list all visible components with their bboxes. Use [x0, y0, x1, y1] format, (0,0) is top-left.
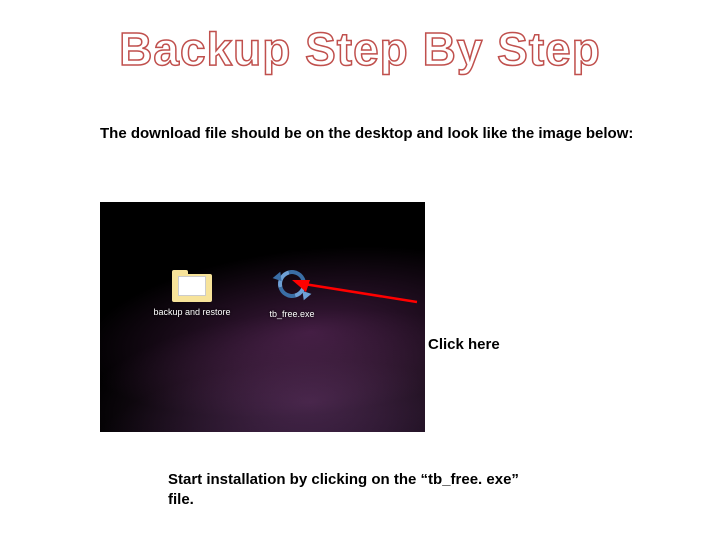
icon-label: tb_free.exe	[252, 310, 332, 320]
desktop-icon-tb-free: tb_free.exe	[252, 270, 332, 320]
desktop-icon-backup-restore: backup and restore	[152, 270, 232, 318]
instruction-text: Start installation by clicking on the “t…	[168, 470, 528, 511]
folder-icon	[172, 270, 212, 304]
desktop-screenshot: backup and restore tb_free.exe	[100, 202, 425, 432]
click-here-label: Click here	[428, 336, 500, 353]
page-title: Backup Step By Step	[0, 0, 720, 76]
intro-text: The download file should be on the deskt…	[100, 124, 660, 144]
sync-icon	[272, 270, 312, 306]
icon-label: backup and restore	[152, 308, 232, 318]
